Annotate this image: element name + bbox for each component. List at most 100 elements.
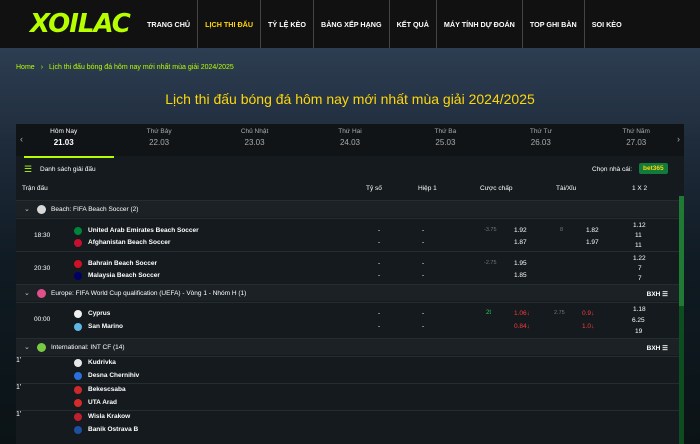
day-tab[interactable]: Thứ Tư 26.03 bbox=[493, 124, 588, 156]
half-home: - bbox=[422, 260, 425, 267]
standings-button[interactable]: BXH ☰ bbox=[647, 290, 668, 298]
home-team[interactable]: Kudrivka bbox=[88, 359, 116, 366]
breadcrumb: Home › Lịch thi đấu bóng đá hôm nay mới … bbox=[16, 64, 234, 71]
prev-arrow-icon[interactable]: ‹ bbox=[20, 134, 23, 144]
club-badge-icon bbox=[74, 413, 82, 421]
match-row[interactable]: 18:30 United Arab Emirates Beach Soccer … bbox=[16, 218, 684, 251]
away-team[interactable]: Banik Ostrava B bbox=[88, 426, 138, 433]
day-date: 24.03 bbox=[339, 138, 360, 147]
odds-1[interactable]: 1.22 bbox=[633, 255, 646, 262]
uae-flag-icon bbox=[74, 227, 82, 235]
home-team[interactable]: United Arab Emirates Beach Soccer bbox=[88, 227, 199, 234]
under-odds[interactable]: 1.97 bbox=[586, 239, 599, 246]
col-match: Trận đấu bbox=[22, 185, 48, 192]
half-away: - bbox=[422, 272, 425, 279]
next-arrow-icon[interactable]: › bbox=[677, 134, 680, 144]
handicap-home-odds[interactable]: 1.95 bbox=[514, 260, 527, 267]
breadcrumb-home[interactable]: Home bbox=[16, 64, 35, 71]
match-row[interactable]: 20:30 Bahrain Beach Soccer Malaysia Beac… bbox=[16, 251, 684, 284]
chevron-down-icon[interactable]: ⌄ bbox=[24, 205, 30, 213]
provider-select[interactable]: bet365 bbox=[639, 163, 668, 174]
nav-lich-thi-dau[interactable]: LỊCH THI ĐẤU bbox=[198, 0, 262, 48]
nav-may-tinh-du-doan[interactable]: MÁY TÍNH DỰ ĐOÁN bbox=[437, 0, 523, 48]
match-time: 00:00 bbox=[34, 316, 51, 323]
day-tab[interactable]: Chủ Nhật 23.03 bbox=[207, 124, 302, 156]
col-half: Hiệp 1 bbox=[418, 185, 437, 192]
score-home: - bbox=[378, 227, 381, 234]
header: XOILAC TRANG CHỦ LỊCH THI ĐẤU TỶ LỆ KÈO … bbox=[0, 0, 700, 48]
site-logo[interactable]: XOILAC bbox=[0, 0, 140, 48]
away-team[interactable]: Malaysia Beach Soccer bbox=[88, 272, 160, 279]
league-row[interactable]: ⌄ Beach: FIFA Beach Soccer (2) bbox=[16, 200, 684, 217]
odds-x[interactable]: 6.25 bbox=[632, 317, 645, 324]
home-team[interactable]: Wisla Krakow bbox=[88, 413, 130, 420]
day-name: Thứ Bảy bbox=[146, 128, 172, 135]
half-home: - bbox=[422, 310, 425, 317]
nav-bang-xep-hang[interactable]: BẢNG XẾP HẠNG bbox=[314, 0, 390, 48]
league-row[interactable]: ⌄ Europe: FIFA World Cup qualification (… bbox=[16, 284, 684, 301]
day-name: Chủ Nhật bbox=[240, 128, 269, 135]
odds-2[interactable]: 19 bbox=[635, 328, 642, 335]
odds-2[interactable]: 7 bbox=[638, 275, 642, 282]
nav-soi-keo[interactable]: SOI KÈO bbox=[585, 0, 629, 48]
handicap-home-odds[interactable]: 1.06↓ bbox=[514, 310, 530, 317]
match-time: 18:30 bbox=[34, 232, 51, 239]
match-row[interactable]: 1' Wisla Krakow Banik Ostrava B bbox=[16, 410, 684, 436]
chevron-down-icon[interactable]: ⌄ bbox=[24, 343, 30, 351]
under-odds[interactable]: 1.0↓ bbox=[582, 323, 594, 330]
europe-icon bbox=[37, 289, 46, 298]
standings-button[interactable]: BXH ☰ bbox=[647, 344, 668, 352]
league-list-button[interactable]: Danh sách giải đấu bbox=[40, 166, 96, 173]
handicap-home-odds[interactable]: 1.92 bbox=[514, 227, 527, 234]
away-team[interactable]: UTA Arad bbox=[88, 399, 117, 406]
home-team[interactable]: Bahrain Beach Soccer bbox=[88, 260, 157, 267]
handicap-away-odds[interactable]: 1.85 bbox=[514, 272, 527, 279]
match-row[interactable]: 1' Kudrivka Desna Chernihiv bbox=[16, 356, 684, 382]
league-name: Europe: FIFA World Cup qualification (UE… bbox=[51, 290, 247, 297]
odds-x[interactable]: 7 bbox=[638, 265, 642, 272]
handicap-away-odds[interactable]: 1.87 bbox=[514, 239, 527, 246]
handicap-away-odds[interactable]: 0.84↓ bbox=[514, 323, 530, 330]
menu-icon[interactable]: ☰ bbox=[24, 164, 32, 175]
san-marino-flag-icon bbox=[74, 323, 82, 331]
handicap-line: -3.75 bbox=[484, 227, 497, 233]
day-date: 23.03 bbox=[244, 138, 265, 147]
home-team[interactable]: Cyprus bbox=[88, 310, 110, 317]
club-badge-icon bbox=[74, 386, 82, 394]
half-away: - bbox=[422, 239, 425, 246]
over-odds[interactable]: 0.9↓ bbox=[582, 310, 594, 317]
over-odds[interactable]: 1.82 bbox=[586, 227, 599, 234]
nav-ket-qua[interactable]: KẾT QUẢ bbox=[390, 0, 437, 48]
club-badge-icon bbox=[74, 399, 82, 407]
league-row[interactable]: ⌄ International: INT CF (14) BXH ☰ bbox=[16, 338, 684, 355]
day-tab[interactable]: Thứ Ba 25.03 bbox=[398, 124, 493, 156]
scrollbar[interactable] bbox=[679, 196, 684, 444]
col-score: Tỷ số bbox=[366, 185, 382, 192]
odds-1[interactable]: 1.18 bbox=[633, 306, 646, 313]
match-row[interactable]: 00:00 Cyprus San Marino - - - - 2t 1.06↓… bbox=[16, 302, 684, 338]
nav-trang-chu[interactable]: TRANG CHỦ bbox=[140, 0, 199, 48]
match-row[interactable]: 1' Bekescsaba UTA Arad bbox=[16, 383, 684, 409]
day-tab[interactable]: Thứ Hai 24.03 bbox=[302, 124, 397, 156]
live-minute: 1' bbox=[16, 411, 22, 418]
nav-top-ghi-ban[interactable]: TOP GHI BÀN bbox=[523, 0, 585, 48]
nav-ty-le-keo[interactable]: TỶ LỆ KÈO bbox=[261, 0, 314, 48]
day-name: Thứ Hai bbox=[338, 128, 362, 135]
bahrain-flag-icon bbox=[74, 260, 82, 268]
day-tab[interactable]: Thứ Năm 27.03 bbox=[589, 124, 684, 156]
odds-x[interactable]: 11 bbox=[635, 232, 642, 239]
day-tab[interactable]: Hôm Nay 21.03 bbox=[16, 124, 111, 156]
home-team[interactable]: Bekescsaba bbox=[88, 386, 126, 393]
odds-2[interactable]: 11 bbox=[635, 242, 642, 249]
league-name: International: INT CF (14) bbox=[51, 344, 125, 351]
odds-1[interactable]: 1.12 bbox=[633, 222, 646, 229]
handicap-line: 2t bbox=[486, 310, 492, 316]
away-team[interactable]: San Marino bbox=[88, 323, 123, 330]
scrollbar-thumb[interactable] bbox=[679, 196, 684, 306]
globe-icon bbox=[37, 343, 46, 352]
date-tabs: Hôm Nay 21.03 Thứ Bảy 22.03 Chủ Nhật 23.03 … bbox=[16, 124, 684, 156]
chevron-down-icon[interactable]: ⌄ bbox=[24, 289, 30, 297]
day-tab[interactable]: Thứ Bảy 22.03 bbox=[111, 124, 206, 156]
away-team[interactable]: Afghanistan Beach Soccer bbox=[88, 239, 170, 246]
away-team[interactable]: Desna Chernihiv bbox=[88, 372, 139, 379]
